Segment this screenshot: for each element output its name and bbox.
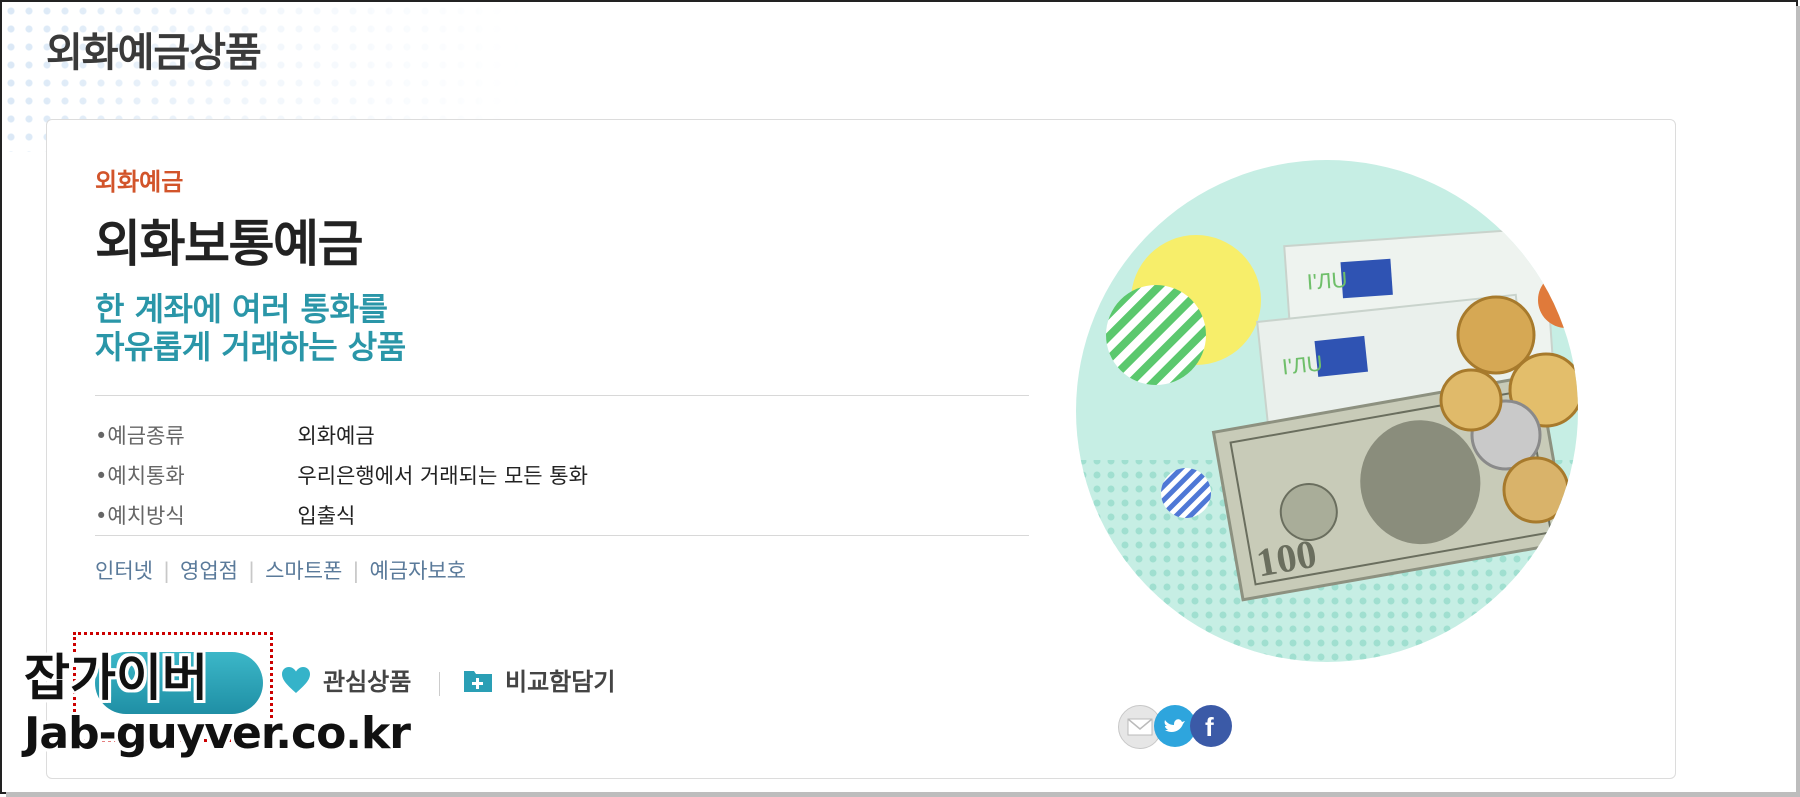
product-name: 외화보통예금 [95,215,364,273]
folder-plus-icon [464,670,492,692]
watermark-url: Jab-guyver.co.kr [24,708,411,759]
frame-shadow [1796,6,1800,797]
add-to-compare-label: 비교함담기 [505,668,616,696]
info-value: 입출식 [297,504,356,528]
bullet: • [95,504,108,528]
tagline-line-1: 한 계좌에 여러 통화를 [95,290,388,328]
info-row-method: •예치방식 입출식 [95,500,355,530]
facebook-share-button[interactable]: f [1190,705,1232,747]
divider [95,535,1029,536]
separator [439,672,440,696]
product-illustration: I'ЛU I'ЛU 100 [1076,160,1578,662]
interest-product-button[interactable]: 관심상품 [281,662,411,697]
info-label: 예치방식 [107,504,185,528]
info-row-currency: •예치통화 우리은행에서 거래되는 모든 통화 [95,460,588,490]
svg-text:I'ЛU: I'ЛU [1306,267,1348,295]
page-title: 외화예금상품 [46,30,262,76]
interest-product-label: 관심상품 [323,668,412,696]
channel-link-smartphone[interactable]: 스마트폰 [265,559,342,583]
channel-link-branch[interactable]: 영업점 [180,559,238,583]
info-value: 우리은행에서 거래되는 모든 통화 [297,464,588,488]
separator: | [162,559,171,583]
product-category: 외화예금 [95,168,184,196]
bullet: • [95,464,108,488]
info-label: 예치통화 [107,464,185,488]
bullet: • [95,424,108,448]
separator: | [352,559,360,583]
divider [95,395,1029,396]
product-card: 외화예금 외화보통예금 한 계좌에 여러 통화를 자유롭게 거래하는 상품 •예… [46,119,1676,779]
info-label: 예금종류 [107,424,185,448]
add-to-compare-button[interactable]: 비교함담기 [463,662,615,697]
channel-links: 인터넷 | 영업점 | 스마트폰 | 예금자보호 [95,555,466,585]
svg-text:I'ЛU: I'ЛU [1281,350,1324,379]
watermark-korean: 잡가이버 [24,649,208,707]
separator: | [248,559,256,583]
page-frame: 외화예금상품 외화예금 외화보통예금 한 계좌에 여러 통화를 자유롭게 거래하… [0,0,1798,794]
product-tagline: 한 계좌에 여러 통화를 자유롭게 거래하는 상품 [95,290,406,366]
channel-link-internet[interactable]: 인터넷 [95,559,153,583]
facebook-icon: f [1205,712,1214,742]
channel-link-deposit-protection[interactable]: 예금자보호 [369,559,466,583]
tagline-line-2: 자유롭게 거래하는 상품 [95,328,406,366]
info-value: 외화예금 [297,424,375,448]
heart-icon [282,666,310,693]
info-row-deposit-type: •예금종류 외화예금 [95,420,375,450]
svg-text:f: f [1205,712,1214,742]
frame-shadow [6,792,1800,797]
